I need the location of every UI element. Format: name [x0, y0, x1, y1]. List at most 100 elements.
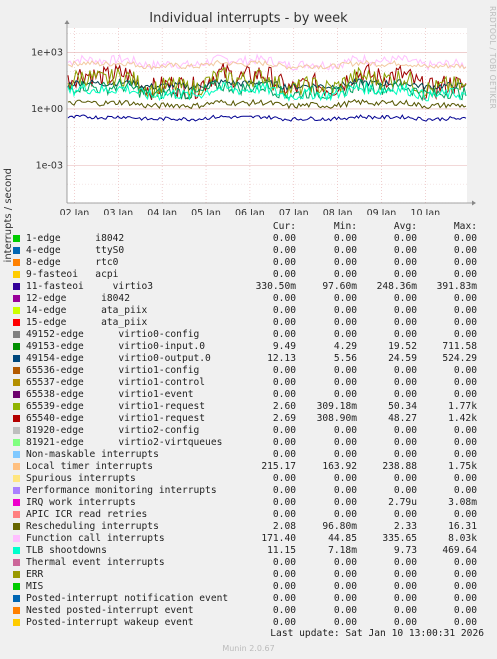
- legend-min: 0.00: [333, 617, 357, 628]
- legend-min: 0.00: [333, 593, 357, 604]
- header-avg: Avg:: [393, 221, 417, 232]
- legend-avg: 0.00: [393, 245, 417, 256]
- legend-cur: 0.00: [272, 581, 296, 592]
- legend-label: TLB shootdowns: [26, 545, 107, 556]
- legend-swatch: [13, 595, 20, 602]
- legend-swatch: [13, 259, 20, 266]
- legend-label: 1-edge i8042: [26, 233, 125, 244]
- header-min: Min:: [333, 221, 357, 232]
- x-tick-label: 03 Jan: [103, 208, 133, 215]
- legend-min: 163.92: [322, 461, 357, 472]
- legend-min: 0.00: [333, 509, 357, 520]
- legend-cur: 0.00: [272, 245, 296, 256]
- legend-swatch: [13, 523, 20, 530]
- legend-avg: 0.00: [393, 617, 417, 628]
- legend-label: 49154-edge virtio0-output.0: [26, 353, 211, 364]
- legend-cur: 0.00: [272, 557, 296, 568]
- legend-label: 65537-edge virtio1-control: [26, 377, 206, 388]
- legend-row: Performance monitoring interrupts 0.00 0.0…: [0, 485, 497, 497]
- legend-avg: 0.00: [393, 509, 417, 520]
- legend-swatch: [13, 439, 20, 446]
- y-axis-arrow: [64, 20, 70, 24]
- legend-cur: 11.15: [267, 545, 296, 556]
- legend-swatch: [13, 295, 20, 302]
- legend-cur: 0.00: [272, 233, 296, 244]
- x-tick-label: 06 Jan: [235, 208, 265, 215]
- legend-row: ERR 0.00 0.00 0.00 0.00: [0, 569, 497, 581]
- legend-max: 1.42k: [448, 413, 477, 424]
- legend-max: 0.00: [453, 449, 477, 460]
- legend-label: 4-edge ttyS0: [26, 245, 125, 256]
- legend-swatch: [13, 343, 20, 350]
- legend-avg: 0.00: [393, 569, 417, 580]
- legend-min: 0.00: [333, 485, 357, 496]
- legend-avg: 0.00: [393, 581, 417, 592]
- legend-cur: 0.00: [272, 269, 296, 280]
- legend-max: 3.08m: [448, 497, 477, 508]
- legend-row: 14-edge ata_piix 0.00 0.00 0.00 0.00: [0, 305, 497, 317]
- legend-max: 0.00: [453, 305, 477, 316]
- legend-label: 81921-edge virtio2-virtqueues: [26, 437, 223, 448]
- legend-min: 0.00: [333, 569, 357, 580]
- legend-row: 9-fasteoi acpi 0.00 0.00 0.00 0.00: [0, 269, 497, 281]
- legend-cur: 0.00: [272, 293, 296, 304]
- legend-avg: 248.36m: [376, 281, 417, 292]
- header-cur: Cur:: [272, 221, 296, 232]
- legend-swatch: [13, 355, 20, 362]
- plot-area: [67, 28, 467, 203]
- x-tick-label: 08 Jan: [323, 208, 353, 215]
- legend-avg: 335.65: [382, 533, 417, 544]
- x-tick-label: 09 Jan: [367, 208, 397, 215]
- legend-row: 1-edge i8042 0.00 0.00 0.00 0.00: [0, 233, 497, 245]
- legend-label: 65540-edge virtio1-request: [26, 413, 206, 424]
- legend-swatch: [13, 499, 20, 506]
- legend-label: 14-edge ata_piix: [26, 305, 148, 316]
- legend-cur: 0.00: [272, 617, 296, 628]
- legend-avg: 9.73: [393, 545, 417, 556]
- legend-swatch: [13, 331, 20, 338]
- legend-avg: 50.34: [388, 401, 417, 412]
- legend-max: 524.29: [442, 353, 477, 364]
- legend-swatch: [13, 451, 20, 458]
- legend-swatch: [13, 559, 20, 566]
- legend-row: Posted-interrupt notification event 0.00 0…: [0, 593, 497, 605]
- legend-swatch: [13, 247, 20, 254]
- legend-min: 0.00: [333, 365, 357, 376]
- legend-avg: 0.00: [393, 317, 417, 328]
- x-tick-label: 07 Jan: [279, 208, 309, 215]
- legend-row: 65540-edge virtio1-request 2.69 308.90m 48.…: [0, 413, 497, 425]
- legend-cur: 0.00: [272, 509, 296, 520]
- legend-label: Posted-interrupt wakeup event: [26, 617, 194, 628]
- legend-avg: 0.00: [393, 425, 417, 436]
- legend-label: Function call interrupts: [26, 533, 165, 544]
- legend-cur: 0.00: [272, 317, 296, 328]
- legend-row: APIC ICR read retries 0.00 0.00 0.00 0.00: [0, 509, 497, 521]
- legend-swatch: [13, 271, 20, 278]
- legend-row: 12-edge i8042 0.00 0.00 0.00 0.00: [0, 293, 497, 305]
- legend-row: Local timer interrupts 215.17 163.92 238.88…: [0, 461, 497, 473]
- legend-label: Spurious interrupts: [26, 473, 136, 484]
- legend-max: 0.00: [453, 509, 477, 520]
- legend-max: 0.00: [453, 569, 477, 580]
- legend-cur: 0.00: [272, 329, 296, 340]
- legend-max: 469.64: [442, 545, 477, 556]
- legend-label: 11-fasteoi virtio3: [26, 281, 154, 292]
- legend-row: 65538-edge virtio1-event 0.00 0.00 0.00 0.00: [0, 389, 497, 401]
- legend-cur: 0.00: [272, 365, 296, 376]
- legend-label: ERR: [26, 569, 44, 580]
- legend-swatch: [13, 583, 20, 590]
- legend-min: 0.00: [333, 293, 357, 304]
- legend-cur: 2.69: [272, 413, 296, 424]
- legend-max: 1.77k: [448, 401, 477, 412]
- legend-label: 9-fasteoi acpi: [26, 269, 119, 280]
- legend-avg: 0.00: [393, 305, 417, 316]
- legend-min: 0.00: [333, 581, 357, 592]
- legend-swatch: [13, 307, 20, 314]
- legend-avg: 0.00: [393, 473, 417, 484]
- legend-label: 65539-edge virtio1-request: [26, 401, 206, 412]
- legend-row: 81921-edge virtio2-virtqueues 0.00 0.00 0.0…: [0, 437, 497, 449]
- legend-label: Posted-interrupt notification event: [26, 593, 229, 604]
- legend-avg: 48.27: [388, 413, 417, 424]
- legend-label: 65536-edge virtio1-config: [26, 365, 200, 376]
- legend-swatch: [13, 235, 20, 242]
